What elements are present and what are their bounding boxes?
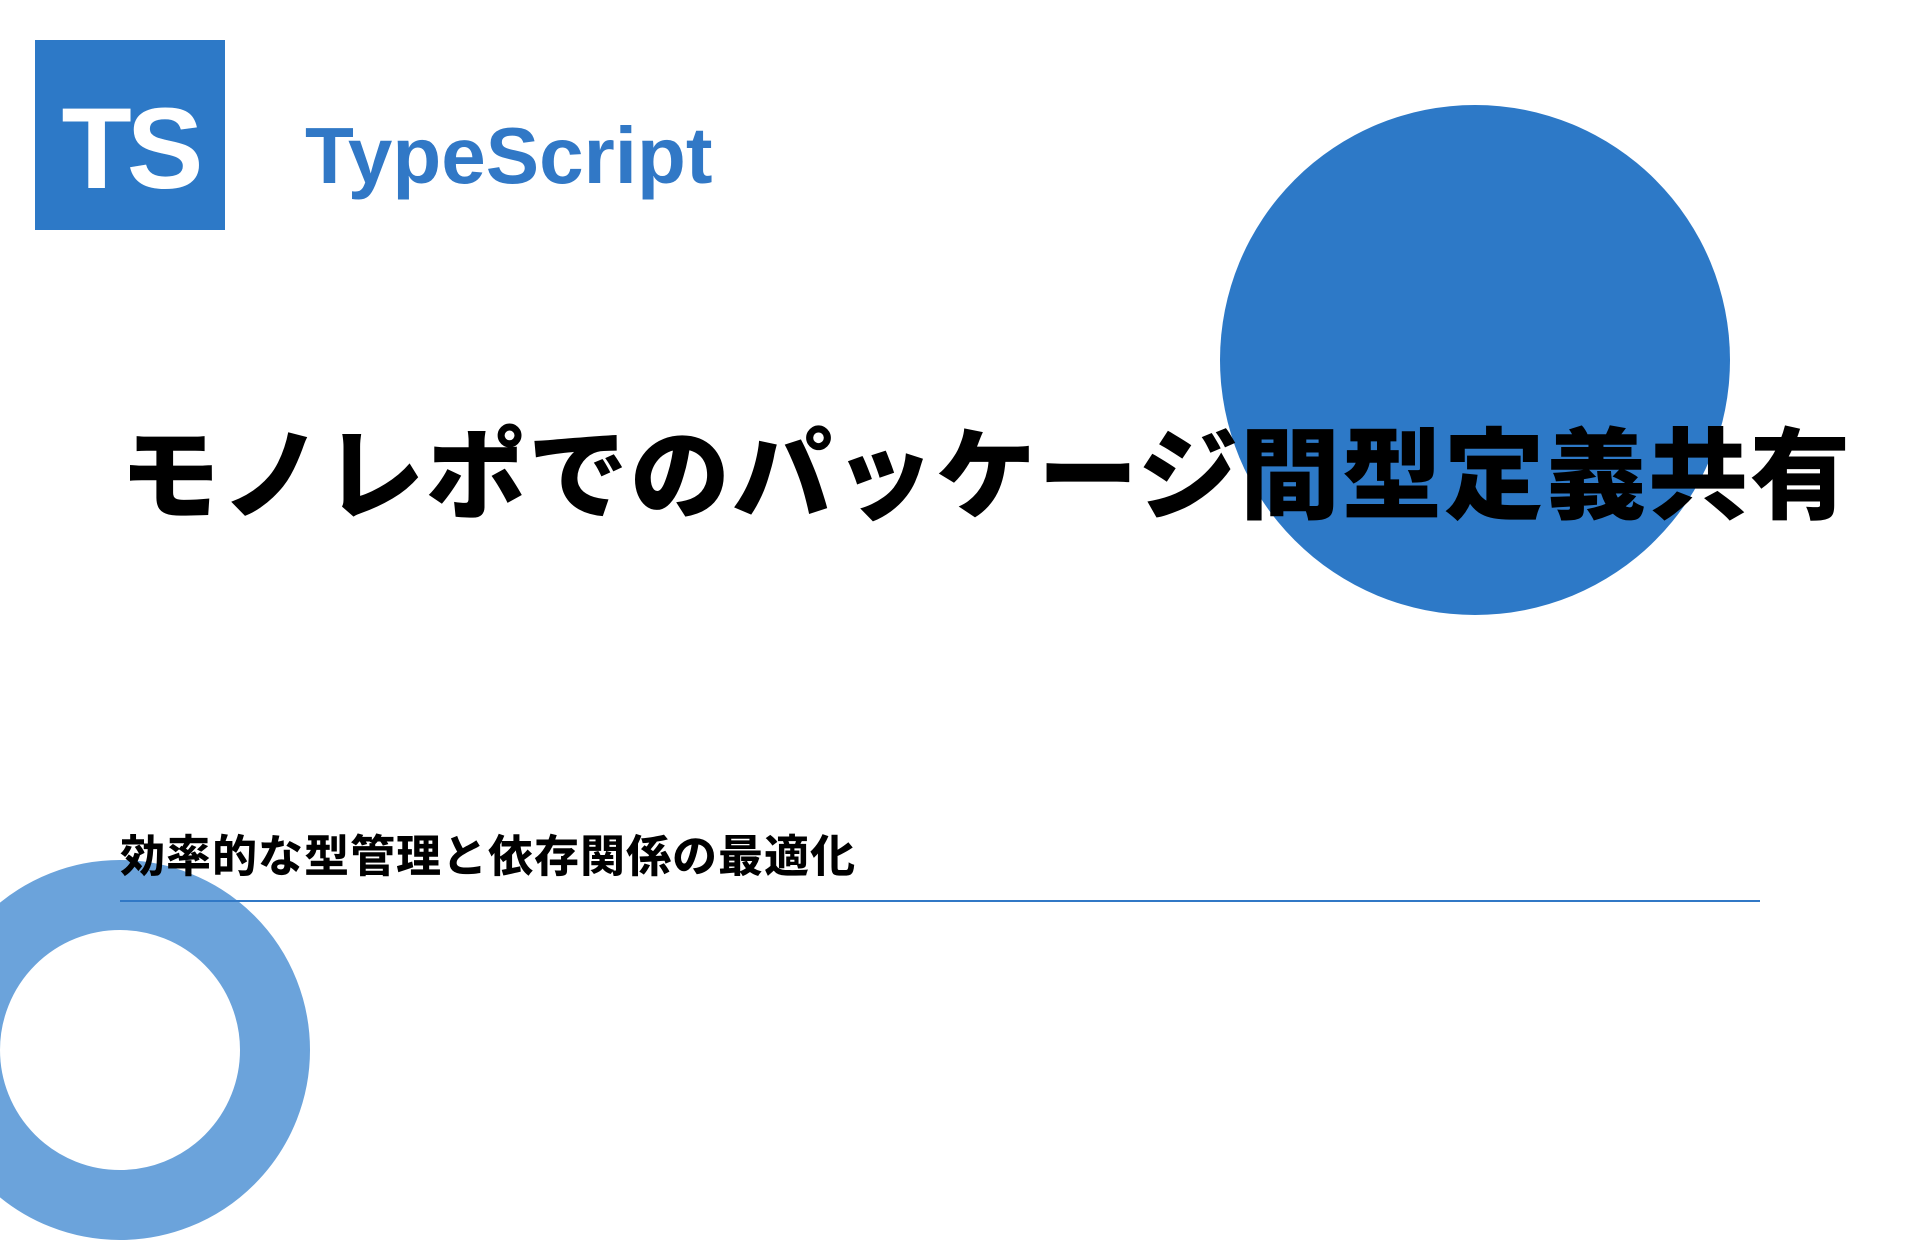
slide-title: モノレポでのパッケージ間型定義共有: [120, 395, 1852, 540]
brand-label: TypeScript: [305, 110, 713, 202]
logo-text: TS: [62, 83, 199, 215]
typescript-logo: TS: [35, 40, 225, 230]
decorative-ring: [0, 860, 310, 1240]
divider: [120, 900, 1760, 902]
slide-subtitle: 効率的な型管理と依存関係の最適化: [120, 820, 856, 885]
